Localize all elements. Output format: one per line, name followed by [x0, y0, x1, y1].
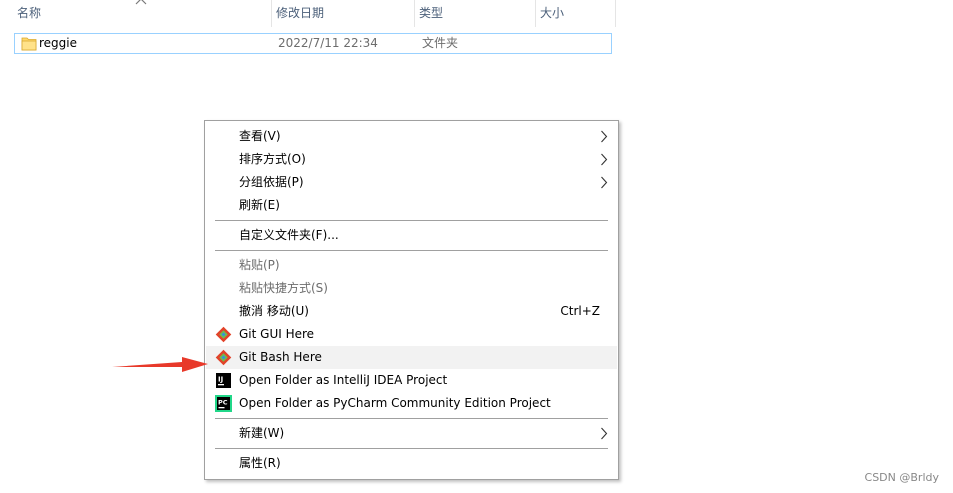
git-icon	[215, 349, 232, 366]
menu-item-refresh[interactable]: 刷新(E)	[206, 194, 617, 217]
menu-item-sort-by[interactable]: 排序方式(O)	[206, 148, 617, 171]
menu-item-properties[interactable]: 属性(R)	[206, 452, 617, 475]
menu-item-label: Git GUI Here	[239, 327, 315, 341]
chevron-right-icon	[601, 427, 608, 440]
watermark: CSDN @Brldy	[864, 471, 939, 484]
menu-item-git-gui[interactable]: Git GUI Here	[206, 323, 617, 346]
menu-item-pycharm[interactable]: PC Open Folder as PyCharm Community Edit…	[206, 392, 617, 415]
menu-item-label: 撤消 移动(U)	[239, 304, 309, 318]
chevron-right-icon	[601, 176, 608, 189]
menu-item-customize-folder[interactable]: 自定义文件夹(F)...	[206, 224, 617, 247]
menu-item-paste: 粘贴(P)	[206, 254, 617, 277]
menu-separator	[215, 250, 608, 251]
column-name-label: 名称	[17, 6, 42, 20]
menu-item-label: Open Folder as PyCharm Community Edition…	[239, 396, 551, 410]
menu-item-label: Git Bash Here	[239, 350, 322, 364]
column-size-label: 大小	[540, 6, 565, 20]
file-row-reggie[interactable]: reggie 2022/7/11 22:34 文件夹	[14, 33, 612, 54]
menu-item-label: 属性(R)	[239, 456, 281, 470]
menu-item-label: 粘贴(P)	[239, 258, 280, 272]
column-date-label: 修改日期	[276, 6, 325, 20]
file-date: 2022/7/11 22:34	[278, 36, 378, 50]
menu-item-label: 查看(V)	[239, 129, 281, 143]
git-icon	[215, 326, 232, 343]
menu-item-label: 新建(W)	[239, 426, 285, 440]
menu-item-paste-shortcut: 粘贴快捷方式(S)	[206, 277, 617, 300]
menu-item-undo-move[interactable]: 撤消 移动(U) Ctrl+Z	[206, 300, 617, 323]
menu-item-intellij[interactable]: IJ Open Folder as IntelliJ IDEA Project	[206, 369, 617, 392]
sort-up-icon	[135, 0, 147, 5]
column-type[interactable]: 类型	[416, 0, 536, 27]
red-arrow-annotation	[112, 357, 208, 372]
menu-item-view[interactable]: 查看(V)	[206, 125, 617, 148]
file-type: 文件夹	[422, 36, 459, 50]
menu-separator	[215, 448, 608, 449]
menu-item-label: 刷新(E)	[239, 198, 280, 212]
column-date-modified[interactable]: 修改日期	[273, 0, 415, 27]
intellij-icon: IJ	[216, 373, 231, 388]
menu-item-group-by[interactable]: 分组依据(P)	[206, 171, 617, 194]
menu-item-label: 粘贴快捷方式(S)	[239, 281, 328, 295]
intellij-icon-text: IJ	[218, 376, 223, 384]
chevron-right-icon	[601, 153, 608, 166]
folder-icon	[21, 37, 37, 51]
menu-item-new[interactable]: 新建(W)	[206, 422, 617, 445]
pycharm-icon: PC	[215, 395, 232, 412]
column-type-label: 类型	[419, 6, 444, 20]
menu-item-label: 自定义文件夹(F)...	[239, 228, 339, 242]
pycharm-icon-text: PC	[218, 399, 228, 407]
column-size[interactable]: 大小	[537, 0, 616, 27]
menu-separator	[215, 418, 608, 419]
menu-item-shortcut: Ctrl+Z	[560, 304, 600, 318]
chevron-right-icon	[601, 130, 608, 143]
menu-item-label: 分组依据(P)	[239, 175, 304, 189]
menu-item-label: 排序方式(O)	[239, 152, 306, 166]
column-header: 名称 修改日期 类型 大小	[0, 0, 616, 27]
menu-item-git-bash[interactable]: Git Bash Here	[206, 346, 617, 369]
menu-item-label: Open Folder as IntelliJ IDEA Project	[239, 373, 448, 387]
file-name: reggie	[39, 36, 78, 50]
menu-separator	[215, 220, 608, 221]
context-menu: 查看(V) 排序方式(O) 分组依据(P) 刷新(E) 自定义文件夹(F)...…	[204, 120, 619, 480]
